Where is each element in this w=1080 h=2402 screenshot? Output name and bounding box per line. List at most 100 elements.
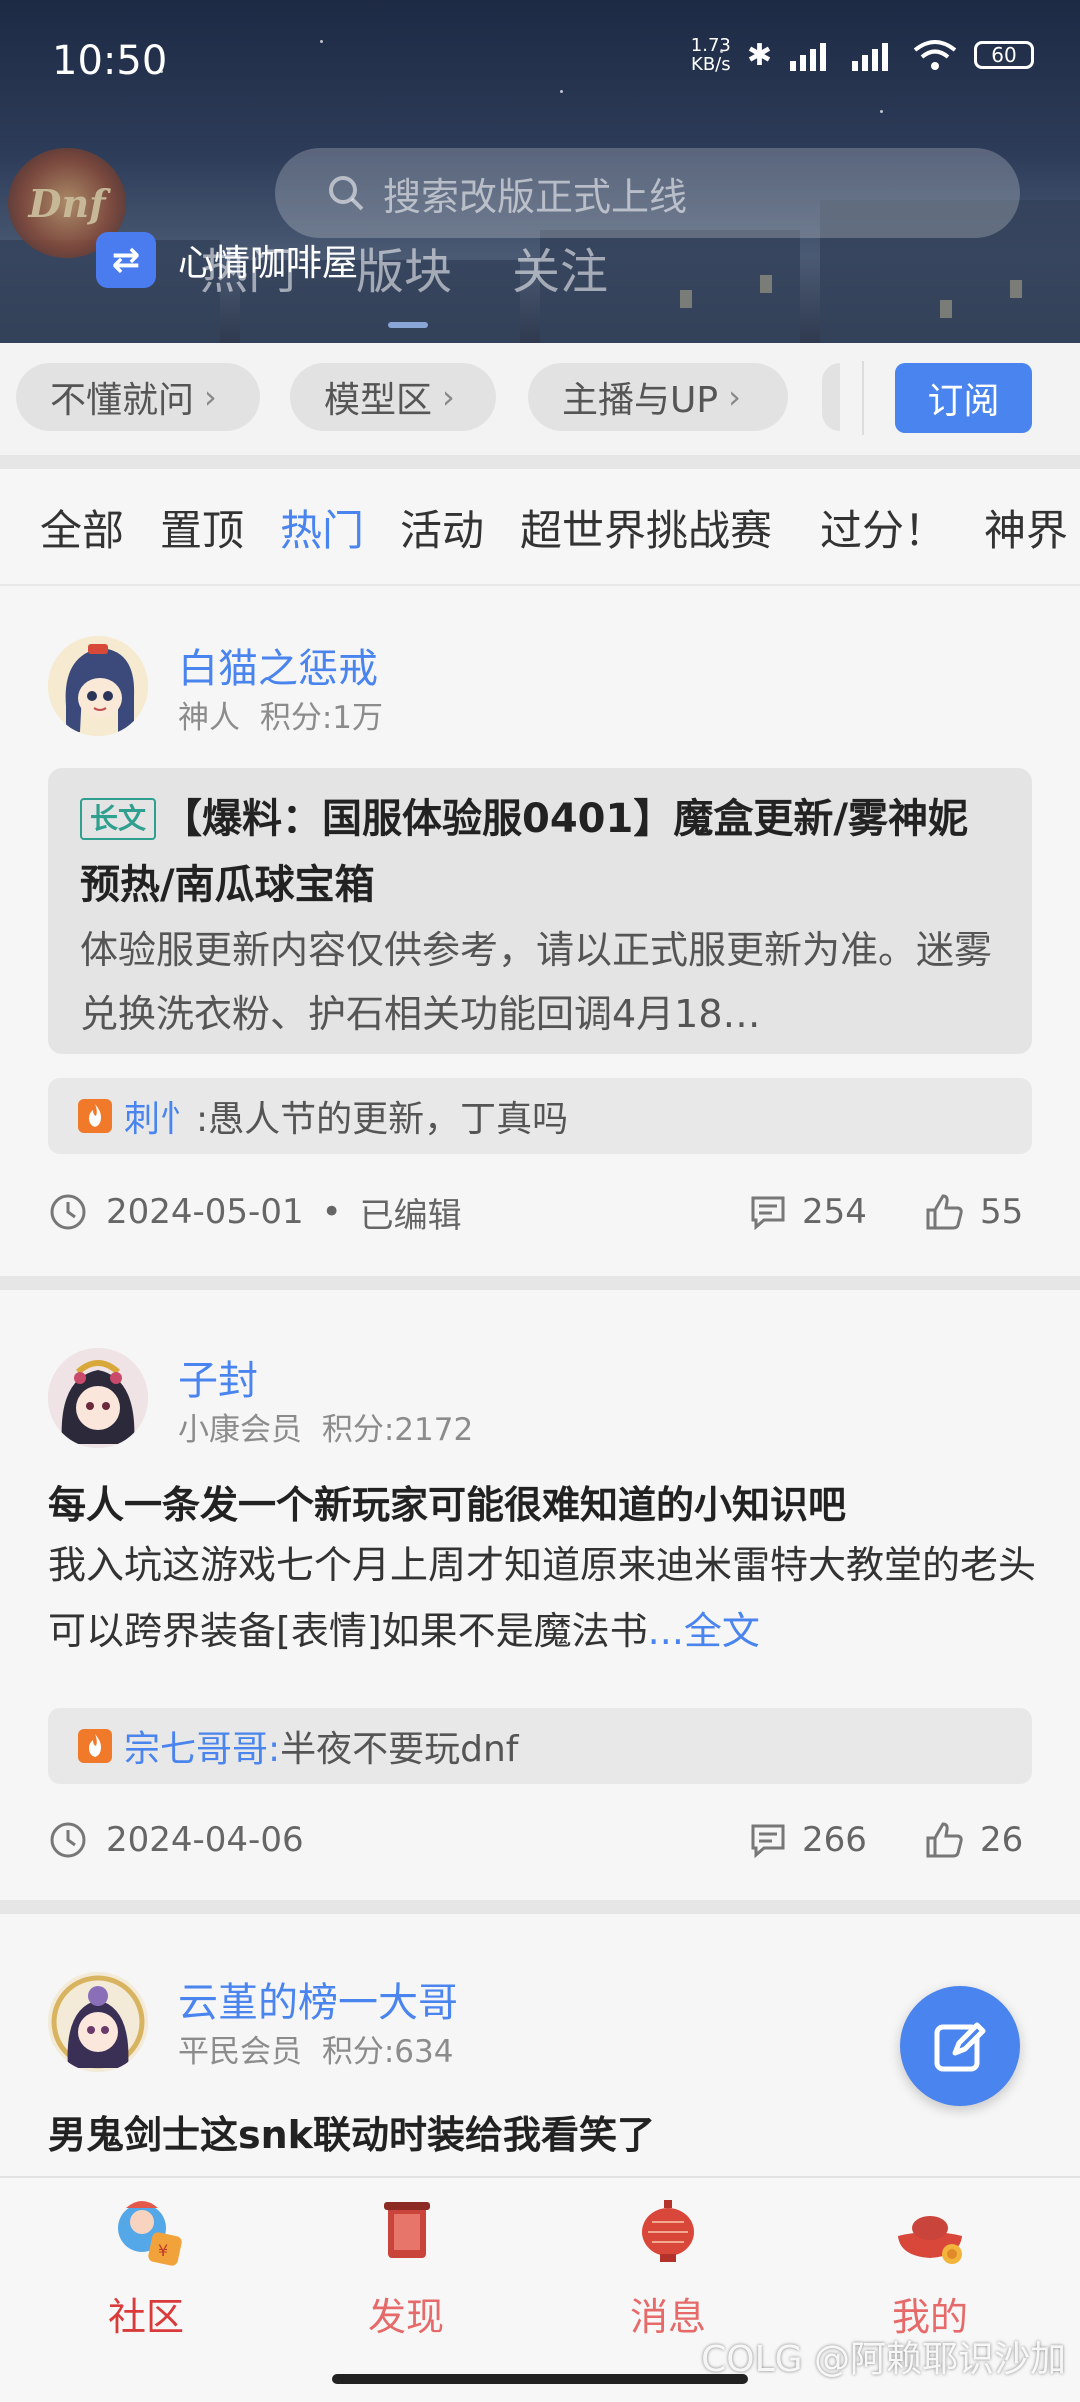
author-name[interactable]: 白猫之惩戒 bbox=[178, 636, 378, 694]
author-score: 积分:1万 bbox=[259, 700, 384, 736]
filter-pinned[interactable]: 置顶 bbox=[160, 497, 244, 558]
status-icons: 1.73 KB/s ✱ 60 bbox=[691, 36, 1034, 74]
comment-count-value: 254 bbox=[802, 1192, 867, 1232]
author-rank: 神人 bbox=[178, 700, 240, 736]
filter-events[interactable]: 活动 bbox=[400, 497, 484, 558]
post-body[interactable]: 我入坑这游戏七个月上周才知道原来迪米雷特大教堂的老头可以跨界装备[表情]如果不是… bbox=[48, 1532, 1038, 1664]
header-banner: 10:50 1.73 KB/s ✱ 60 Dnf 搜索改版正式上线 热门 版块 … bbox=[0, 0, 1080, 343]
nav-community[interactable]: ¥ 社区 bbox=[46, 2198, 246, 2341]
like-count[interactable]: 26 bbox=[924, 1810, 1023, 1870]
fire-icon bbox=[78, 1729, 112, 1763]
comment-count[interactable]: 254 bbox=[748, 1182, 867, 1242]
thumbs-up-icon bbox=[926, 1822, 963, 1858]
like-count[interactable]: 55 bbox=[924, 1182, 1023, 1242]
chip-models[interactable]: 模型区 › bbox=[290, 363, 496, 431]
comment-text: 半夜不要玩dnf bbox=[280, 1729, 519, 1770]
chip-label: 主播与UP bbox=[562, 380, 719, 421]
wifi-icon bbox=[913, 40, 957, 70]
author-meta: 神人 积分:1万 bbox=[178, 692, 383, 737]
clock-icon bbox=[50, 1822, 86, 1858]
comment-icon bbox=[751, 1196, 785, 1231]
subscribe-button[interactable]: 订阅 bbox=[895, 363, 1032, 433]
comment-user[interactable]: 宗七哥哥: bbox=[124, 1720, 280, 1772]
compose-button[interactable] bbox=[900, 1986, 1020, 2106]
clock-icon bbox=[50, 1194, 86, 1230]
forum-switch[interactable]: ⇄ 心情咖啡屋 bbox=[96, 232, 358, 288]
tab-follow[interactable]: 关注 bbox=[512, 232, 608, 302]
hot-comment[interactable]: 刺忄 :愚人节的更新，丁真吗 bbox=[48, 1078, 1032, 1154]
like-count-value: 26 bbox=[980, 1820, 1024, 1860]
author-score: 积分:634 bbox=[321, 2034, 454, 2070]
author-name[interactable]: 云堇的榜一大哥 bbox=[178, 1970, 458, 2028]
community-icon: ¥ bbox=[106, 2198, 186, 2272]
filter-hot[interactable]: 热门 bbox=[280, 497, 364, 558]
chip-questions[interactable]: 不懂就问 › bbox=[16, 363, 260, 431]
hot-comment[interactable]: 宗七哥哥: 半夜不要玩dnf bbox=[48, 1708, 1032, 1784]
comment-icon bbox=[751, 1824, 785, 1859]
section-separator bbox=[0, 455, 1080, 469]
chip-streamers[interactable]: 主播与UP › bbox=[528, 363, 788, 431]
comment-count-value: 266 bbox=[802, 1820, 867, 1860]
chevron-right-icon: › bbox=[204, 378, 217, 416]
article-title-text: 【爆料：国服体验服0401】魔盒更新/雾神妮预热/南瓜球宝箱 bbox=[80, 796, 968, 908]
filter-tabs: 全部 置顶 热门 活动 超世界挑战赛 过分！ 神界 bbox=[0, 469, 1080, 586]
avatar[interactable] bbox=[48, 1972, 148, 2072]
decor-window bbox=[1010, 280, 1022, 298]
search-placeholder: 搜索改版正式上线 bbox=[383, 174, 688, 219]
filter-divine[interactable]: 神界 bbox=[984, 497, 1068, 558]
chip-partial[interactable] bbox=[822, 363, 840, 431]
signal-icon bbox=[852, 43, 888, 71]
message-icon bbox=[628, 2198, 708, 2272]
nav-messages[interactable]: 消息 bbox=[568, 2198, 768, 2341]
author-score: 积分:2172 bbox=[321, 1412, 474, 1448]
search-bar[interactable]: 搜索改版正式上线 bbox=[275, 148, 1020, 238]
article-title: 长文 【爆料：国服体验服0401】魔盒更新/雾神妮预热/南瓜球宝箱 bbox=[80, 786, 1000, 918]
long-article-tag: 长文 bbox=[80, 798, 157, 840]
switch-arrows-icon: ⇄ bbox=[96, 232, 156, 288]
svg-text:¥: ¥ bbox=[158, 2241, 168, 2260]
post-separator bbox=[0, 1900, 1080, 1914]
chip-label: 不懂就问 bbox=[50, 380, 195, 421]
comment-count[interactable]: 266 bbox=[748, 1810, 867, 1870]
post-date: 2024-04-06 bbox=[106, 1820, 304, 1860]
chevron-right-icon: › bbox=[728, 378, 741, 416]
filter-all[interactable]: 全部 bbox=[40, 497, 124, 558]
discover-icon bbox=[366, 2198, 446, 2272]
tab-sections[interactable]: 版块 bbox=[356, 232, 452, 302]
post-card[interactable]: 白猫之惩戒 神人 积分:1万 长文 【爆料：国服体验服0401】魔盒更新/雾神妮预… bbox=[0, 586, 1080, 1276]
net-speed: 1.73 KB/s bbox=[691, 36, 731, 74]
chip-label: 模型区 bbox=[324, 380, 433, 421]
net-speed-unit: KB/s bbox=[691, 54, 731, 75]
article-excerpt: 体验服更新内容仅供参考，请以正式服更新为准。迷雾兑换洗衣粉、护石相关功能回调4月… bbox=[80, 928, 993, 1036]
search-icon bbox=[327, 174, 365, 212]
decor-window bbox=[940, 300, 952, 318]
author-meta: 小康会员 积分:2172 bbox=[178, 1404, 473, 1449]
post-title[interactable]: 每人一条发一个新玩家可能很难知道的小知识吧 bbox=[48, 1474, 846, 1529]
author-name[interactable]: 子封 bbox=[178, 1348, 258, 1406]
author-rank: 小康会员 bbox=[178, 1412, 302, 1448]
forum-switch-label: 心情咖啡屋 bbox=[178, 243, 359, 284]
read-more-link[interactable]: ...全文 bbox=[648, 1609, 760, 1653]
signal-icon bbox=[790, 43, 826, 71]
post-meta: 2024-05-01 • 已编辑 bbox=[48, 1182, 1032, 1242]
home-indicator[interactable] bbox=[332, 2374, 748, 2384]
tab-underline bbox=[388, 322, 428, 328]
separator-dot: • bbox=[321, 1192, 342, 1232]
decor-star bbox=[880, 110, 883, 113]
comment-user[interactable]: 刺忄 bbox=[124, 1090, 196, 1142]
filter-excessive[interactable]: 过分！ bbox=[820, 497, 946, 558]
author-meta: 平民会员 积分:634 bbox=[178, 2026, 453, 2071]
avatar[interactable] bbox=[48, 1348, 148, 1448]
nav-discover[interactable]: 发现 bbox=[306, 2198, 506, 2341]
nav-profile[interactable]: 我的 bbox=[830, 2198, 1030, 2341]
battery-indicator: 60 bbox=[974, 41, 1034, 69]
post-title[interactable]: 男鬼剑士这snk联动时装给我看笑了 bbox=[48, 2104, 655, 2159]
article-preview[interactable]: 长文 【爆料：国服体验服0401】魔盒更新/雾神妮预热/南瓜球宝箱 体验服更新内容… bbox=[48, 768, 1032, 1054]
author-rank: 平民会员 bbox=[178, 2034, 302, 2070]
post-meta: 2024-04-06 bbox=[48, 1810, 1032, 1870]
post-card[interactable]: 子封 小康会员 积分:2172 每人一条发一个新玩家可能很难知道的小知识吧 我入… bbox=[0, 1290, 1080, 1900]
edited-label: 已编辑 bbox=[359, 1195, 462, 1236]
filter-challenge[interactable]: 超世界挑战赛 bbox=[520, 497, 772, 558]
avatar[interactable] bbox=[48, 636, 148, 736]
status-time: 10:50 bbox=[52, 38, 168, 84]
